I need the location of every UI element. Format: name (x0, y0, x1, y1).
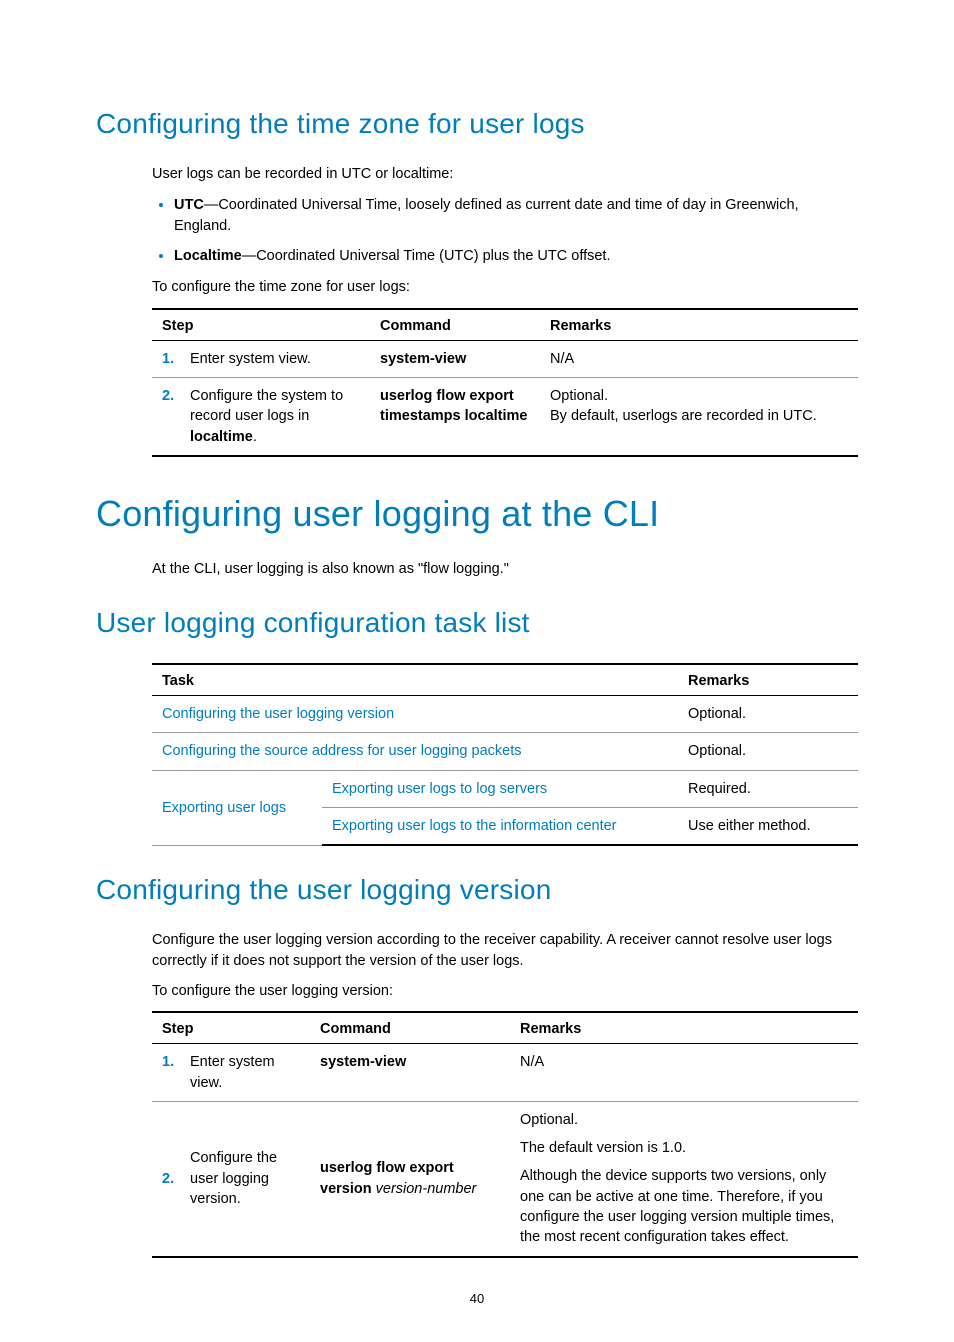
bullet-localtime-desc: —Coordinated Universal Time (UTC) plus t… (242, 248, 611, 264)
step-desc: Enter system view. (180, 340, 370, 377)
step-command: system-view (380, 351, 466, 367)
task-remarks: Required. (678, 770, 858, 807)
step-remarks: Optional. By default, userlogs are recor… (540, 377, 858, 455)
bullet-utc-desc: —Coordinated Universal Time, loosely def… (174, 197, 799, 234)
section2-body: At the CLI, user logging is also known a… (152, 559, 858, 579)
remark-line: The default version is 1.0. (520, 1138, 848, 1158)
table-row: Configuring the user logging version Opt… (152, 696, 858, 733)
th-task: Task (152, 664, 678, 696)
section1-body: User logs can be recorded in UTC or loca… (152, 164, 858, 457)
table-task-list: Task Remarks Configuring the user loggin… (152, 663, 858, 846)
step-remarks: N/A (510, 1044, 858, 1102)
remark-line: Although the device supports two version… (520, 1166, 848, 1247)
table-timezone-steps: Step Command Remarks 1. Enter system vie… (152, 308, 858, 457)
link-export-information-center[interactable]: Exporting user logs to the information c… (332, 818, 617, 834)
step-command: system-view (320, 1054, 406, 1070)
link-exporting-user-logs[interactable]: Exporting user logs (162, 800, 286, 816)
step-number: 2. (152, 377, 180, 455)
remark-line: Optional. (520, 1110, 848, 1130)
step-number: 2. (152, 1101, 180, 1256)
step-desc: Configure the system to record user logs… (180, 377, 370, 455)
th-command: Command (370, 309, 540, 341)
heading-tasklist: User logging configuration task list (96, 607, 858, 639)
section2-intro: At the CLI, user logging is also known a… (152, 559, 858, 579)
step-desc-bold: localtime (190, 429, 253, 445)
link-export-log-servers[interactable]: Exporting user logs to log servers (332, 781, 547, 797)
section1-lead: To configure the time zone for user logs… (152, 277, 858, 297)
table-row: 2. Configure the system to record user l… (152, 377, 858, 455)
step-number: 1. (152, 340, 180, 377)
link-configure-source-address[interactable]: Configuring the source address for user … (162, 743, 521, 759)
page-number: 40 (0, 1291, 954, 1306)
bullet-list-timezone: UTC—Coordinated Universal Time, loosely … (152, 194, 858, 267)
table-row: 1. Enter system view. system-view N/A (152, 340, 858, 377)
table-row: Configuring the source address for user … (152, 733, 858, 770)
th-command: Command (310, 1012, 510, 1044)
bullet-localtime: Localtime—Coordinated Universal Time (UT… (174, 245, 858, 267)
table-row: Exporting user logs Exporting user logs … (152, 770, 858, 807)
step-desc: Configure the user logging version. (180, 1101, 310, 1256)
document-page: Configuring the time zone for user logs … (0, 0, 954, 1342)
section4-body: Configure the user logging version accor… (152, 930, 858, 1257)
remark-line: By default, userlogs are recorded in UTC… (550, 406, 848, 426)
heading-version: Configuring the user logging version (96, 874, 858, 906)
step-command: userlog flow export timestamps localtime (380, 388, 527, 424)
step-remarks: N/A (540, 340, 858, 377)
link-configure-version[interactable]: Configuring the user logging version (162, 706, 394, 722)
step-desc-text: Configure the system to record user logs… (190, 388, 343, 424)
th-remarks: Remarks (678, 664, 858, 696)
bullet-utc: UTC—Coordinated Universal Time, loosely … (174, 194, 858, 237)
task-remarks: Optional. (678, 733, 858, 770)
table-row: 1. Enter system view. system-view N/A (152, 1044, 858, 1102)
step-desc: Enter system view. (180, 1044, 310, 1102)
section3-body: Task Remarks Configuring the user loggin… (152, 663, 858, 846)
th-remarks: Remarks (540, 309, 858, 341)
table-row: 2. Configure the user logging version. u… (152, 1101, 858, 1256)
task-remarks: Optional. (678, 696, 858, 733)
table-version-steps: Step Command Remarks 1. Enter system vie… (152, 1011, 858, 1257)
heading-timezone: Configuring the time zone for user logs (96, 108, 858, 140)
step-number: 1. (152, 1044, 180, 1102)
step-command-cell: userlog flow export version version-numb… (310, 1101, 510, 1256)
task-remarks: Use either method. (678, 808, 858, 846)
remark-line: Optional. (550, 386, 848, 406)
bullet-utc-term: UTC (174, 197, 204, 213)
heading-cli: Configuring user logging at the CLI (96, 493, 858, 535)
th-step: Step (152, 309, 370, 341)
th-step: Step (152, 1012, 310, 1044)
step-desc-text: . (253, 429, 257, 445)
th-remarks: Remarks (510, 1012, 858, 1044)
section1-intro: User logs can be recorded in UTC or loca… (152, 164, 858, 184)
bullet-localtime-term: Localtime (174, 248, 242, 264)
section4-intro: Configure the user logging version accor… (152, 930, 858, 971)
section4-lead: To configure the user logging version: (152, 981, 858, 1001)
step-remarks: Optional. The default version is 1.0. Al… (510, 1101, 858, 1256)
step-command-italic: version-number (376, 1181, 477, 1197)
